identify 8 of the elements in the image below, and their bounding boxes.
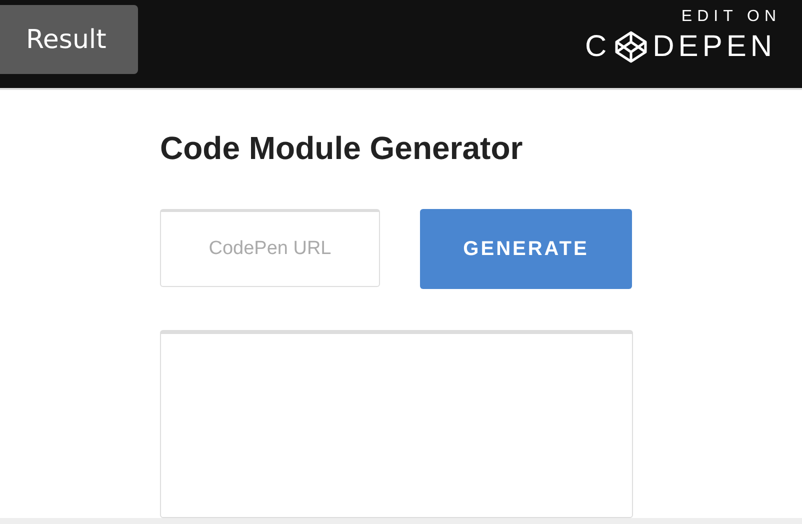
edit-on-label: EDIT ON	[681, 8, 781, 26]
cube-icon	[614, 30, 648, 64]
logo-text[interactable]: DEPEN	[652, 30, 776, 64]
generate-button[interactable]: GENERATE	[420, 209, 632, 289]
result-tab[interactable]: Result	[0, 5, 138, 74]
page-title: Code Module Generator	[160, 130, 524, 167]
url-field[interactable]: CodePen URL	[160, 209, 380, 287]
logo-text[interactable]: C	[584, 30, 611, 64]
